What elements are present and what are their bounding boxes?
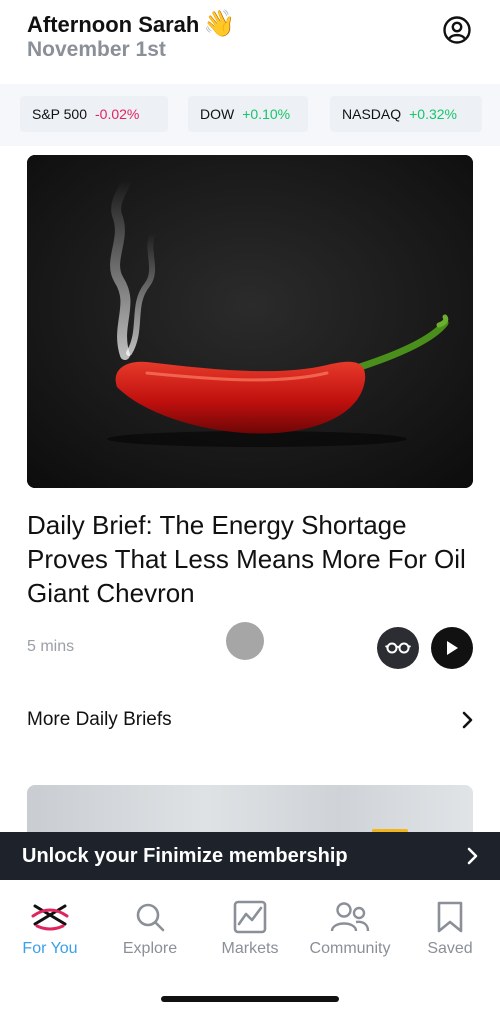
touch-indicator bbox=[226, 622, 264, 660]
people-icon bbox=[330, 902, 370, 932]
tab-label: Explore bbox=[122, 940, 178, 957]
chevron-right-icon bbox=[467, 847, 478, 865]
bookmark-icon bbox=[437, 901, 463, 933]
tab-saved[interactable]: Saved bbox=[400, 898, 500, 958]
more-daily-briefs-label: More Daily Briefs bbox=[27, 709, 172, 730]
greeting-text: Afternoon Sarah bbox=[27, 12, 200, 37]
membership-banner-label: Unlock your Finimize membership bbox=[22, 844, 348, 867]
wave-icon: 👋 bbox=[203, 8, 236, 38]
user-circle-icon bbox=[443, 16, 471, 44]
chevron-right-icon bbox=[462, 711, 473, 729]
play-audio-button[interactable] bbox=[431, 627, 473, 669]
ticker-change: +0.32% bbox=[409, 106, 457, 122]
read-time: 5 mins bbox=[27, 638, 75, 655]
more-daily-briefs-link[interactable]: More Daily Briefs bbox=[27, 700, 473, 740]
ticker-change: +0.10% bbox=[242, 106, 291, 122]
tab-markets[interactable]: Markets bbox=[200, 898, 300, 958]
article-hero-image[interactable] bbox=[27, 155, 473, 488]
date-label: November 1st bbox=[27, 38, 166, 61]
bottom-tab-bar: For You Explore Markets Community Saved bbox=[0, 880, 500, 1012]
ticker-dow[interactable]: DOW +0.10% bbox=[188, 96, 308, 132]
greeting: Afternoon Sarah 👋 bbox=[27, 8, 236, 39]
article-headline[interactable]: Daily Brief: The Energy Shortage Proves … bbox=[27, 508, 477, 610]
ticker-name: DOW bbox=[200, 106, 235, 122]
ticker-name: NASDAQ bbox=[342, 106, 402, 122]
header: Afternoon Sarah 👋 November 1st bbox=[0, 0, 500, 80]
ticker-sp500[interactable]: S&P 500 -0.02% bbox=[20, 96, 168, 132]
membership-banner[interactable]: Unlock your Finimize membership bbox=[0, 832, 500, 880]
home-indicator bbox=[161, 996, 339, 1002]
chili-pepper-image bbox=[27, 155, 473, 488]
ticker-name: S&P 500 bbox=[32, 106, 88, 122]
tab-explore[interactable]: Explore bbox=[100, 898, 200, 958]
for-you-icon bbox=[31, 904, 69, 931]
tab-label: For You bbox=[22, 940, 78, 957]
tab-for-you[interactable]: For You bbox=[0, 898, 100, 958]
reading-glasses-icon bbox=[385, 642, 411, 654]
read-button[interactable] bbox=[377, 627, 419, 669]
market-ticker-bar: S&P 500 -0.02% DOW +0.10% NASDAQ +0.32% bbox=[0, 84, 500, 146]
play-icon bbox=[447, 641, 458, 655]
ticker-nasdaq[interactable]: NASDAQ +0.32% bbox=[330, 96, 482, 132]
profile-button[interactable] bbox=[442, 15, 472, 45]
tab-label: Community bbox=[309, 940, 391, 957]
search-icon bbox=[136, 903, 165, 932]
tab-label: Saved bbox=[427, 940, 473, 957]
ticker-change: -0.02% bbox=[95, 106, 140, 122]
tab-community[interactable]: Community bbox=[300, 898, 400, 958]
tab-label: Markets bbox=[221, 940, 279, 957]
chart-icon bbox=[233, 900, 267, 934]
